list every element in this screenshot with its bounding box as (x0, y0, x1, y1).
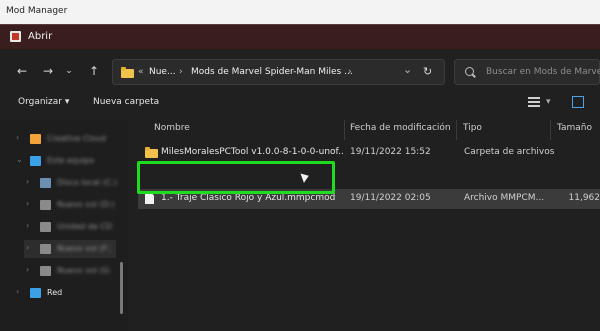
navigation-bar: ← → ⌄ ↑ « Nue... › Mods de Marvel Spider… (0, 57, 600, 87)
organize-label: Organizar (18, 97, 62, 107)
file-name: 1.- Traje Clasico Rojo y Azul.mmpcmod (161, 193, 336, 203)
window-title: Mod Manager (6, 6, 68, 16)
column-divider[interactable] (344, 120, 345, 140)
address-dropdown-icon[interactable]: ⌄ (403, 63, 412, 76)
sidebar-item-this-pc[interactable]: ⌄ Este equipo (14, 152, 124, 170)
file-row[interactable]: MilesMoralesPCTool v1.0.0-8-1-0-0-unof..… (138, 143, 600, 163)
outer-window-titlebar: Mod Manager (0, 0, 600, 24)
chevron-down-icon[interactable]: ⌄ (61, 63, 77, 79)
preview-pane-icon[interactable] (572, 96, 584, 108)
address-bar[interactable]: « Nue... › Mods de Marvel Spider-Man Mil… (112, 59, 445, 85)
column-header-name[interactable]: Nombre (154, 123, 190, 133)
arrow-up-icon[interactable]: ↑ (86, 63, 102, 79)
drive-icon (40, 178, 51, 188)
sidebar-item-label: Este equipo (47, 156, 95, 165)
file-size: 11,962 (568, 193, 600, 203)
dialog-title: Abrir (28, 31, 53, 42)
cloud-icon (30, 134, 41, 144)
sidebar-item-drive[interactable]: › Nuevo vol (F:) (24, 240, 116, 258)
breadcrumb-separator: › (179, 67, 183, 77)
folder-icon (121, 67, 134, 78)
search-placeholder[interactable]: Buscar en Mods de Marvel S (486, 67, 600, 77)
column-divider[interactable] (456, 120, 457, 140)
dialog-titlebar: Abrir (0, 25, 600, 49)
file-modified: 19/11/2022 02:05 (350, 193, 431, 203)
search-box[interactable]: Buscar en Mods de Marvel S (454, 59, 600, 85)
breadcrumb-separator: › (348, 67, 352, 77)
sidebar-item-label: Disco local (C:) (57, 178, 118, 187)
breadcrumb-item[interactable]: Nue... (149, 67, 176, 77)
view-options-icon[interactable] (528, 97, 540, 107)
folder-icon (145, 147, 158, 158)
command-bar: Organizar ▾ Nueva carpeta ▾ (0, 91, 600, 115)
sidebar-item-label: Nuevo vol (G:) (57, 266, 111, 275)
arrow-right-icon[interactable]: → (40, 63, 56, 79)
sidebar-item-label: Nuevo vol (D:) (57, 200, 115, 209)
computer-icon (30, 156, 41, 166)
sidebar-item-creative-cloud[interactable]: › Creative Cloud (14, 130, 124, 148)
column-header-type[interactable]: Tipo (463, 123, 482, 133)
file-list: Nombre Fecha de modificación Tipo Tamaño… (128, 120, 600, 331)
column-divider[interactable] (550, 120, 551, 140)
sidebar-item-drive[interactable]: › Nuevo vol (D:) (24, 196, 124, 214)
app-icon (10, 31, 21, 42)
drive-icon (40, 200, 51, 210)
sidebar-item-label: Creative Cloud (47, 134, 106, 143)
chevron-right-icon[interactable]: › (26, 243, 29, 252)
file-modified: 19/11/2022 15:52 (350, 147, 431, 157)
drive-icon (40, 222, 51, 232)
chevron-right-icon[interactable]: › (26, 221, 29, 230)
file-type: Archivo MMPCM... (464, 193, 545, 203)
sidebar-item-drive[interactable]: › Nuevo vol (G:) (24, 262, 116, 280)
file-type: Carpeta de archivos (464, 147, 555, 157)
navigation-pane: › Creative Cloud ⌄ Este equipo › Disco l… (0, 120, 128, 331)
sidebar-item-label: Red (47, 288, 63, 297)
arrow-left-icon[interactable]: ← (14, 63, 30, 79)
column-header-size[interactable]: Tamaño (557, 123, 592, 133)
sidebar-item-label: Nuevo vol (F:) (57, 244, 111, 253)
column-header-modified[interactable]: Fecha de modificación (350, 123, 451, 133)
sidebar-item-drive[interactable]: › Unidad de CD (24, 218, 124, 236)
sidebar-item-label: Unidad de CD (57, 222, 113, 231)
drive-icon (40, 244, 51, 254)
file-name: MilesMoralesPCTool v1.0.0-8-1-0-0-unof..… (161, 147, 344, 157)
sidebar-scrollbar[interactable] (120, 262, 123, 314)
drive-icon (40, 266, 51, 276)
chevron-right-icon[interactable]: › (16, 133, 19, 142)
chevron-down-icon[interactable]: ▾ (546, 97, 551, 107)
chevron-right-icon[interactable]: › (16, 287, 19, 296)
network-icon (30, 288, 41, 298)
refresh-icon[interactable]: ↻ (423, 65, 432, 78)
chevron-down-icon[interactable]: ⌄ (16, 155, 23, 164)
breadcrumb-item[interactable]: Mods de Marvel Spider-Man Miles ... (191, 67, 353, 77)
chevron-right-icon[interactable]: › (26, 265, 29, 274)
new-folder-button[interactable]: Nueva carpeta (93, 97, 159, 107)
search-icon (465, 67, 474, 76)
breadcrumb-overflow[interactable]: « (138, 67, 144, 77)
sidebar-item-network[interactable]: › Red (14, 284, 124, 302)
chevron-down-icon: ▾ (64, 97, 70, 107)
sidebar-item-drive[interactable]: › Disco local (C:) (24, 174, 124, 192)
organize-button[interactable]: Organizar ▾ (18, 97, 69, 107)
chevron-right-icon[interactable]: › (26, 199, 29, 208)
chevron-right-icon[interactable]: › (26, 177, 29, 186)
